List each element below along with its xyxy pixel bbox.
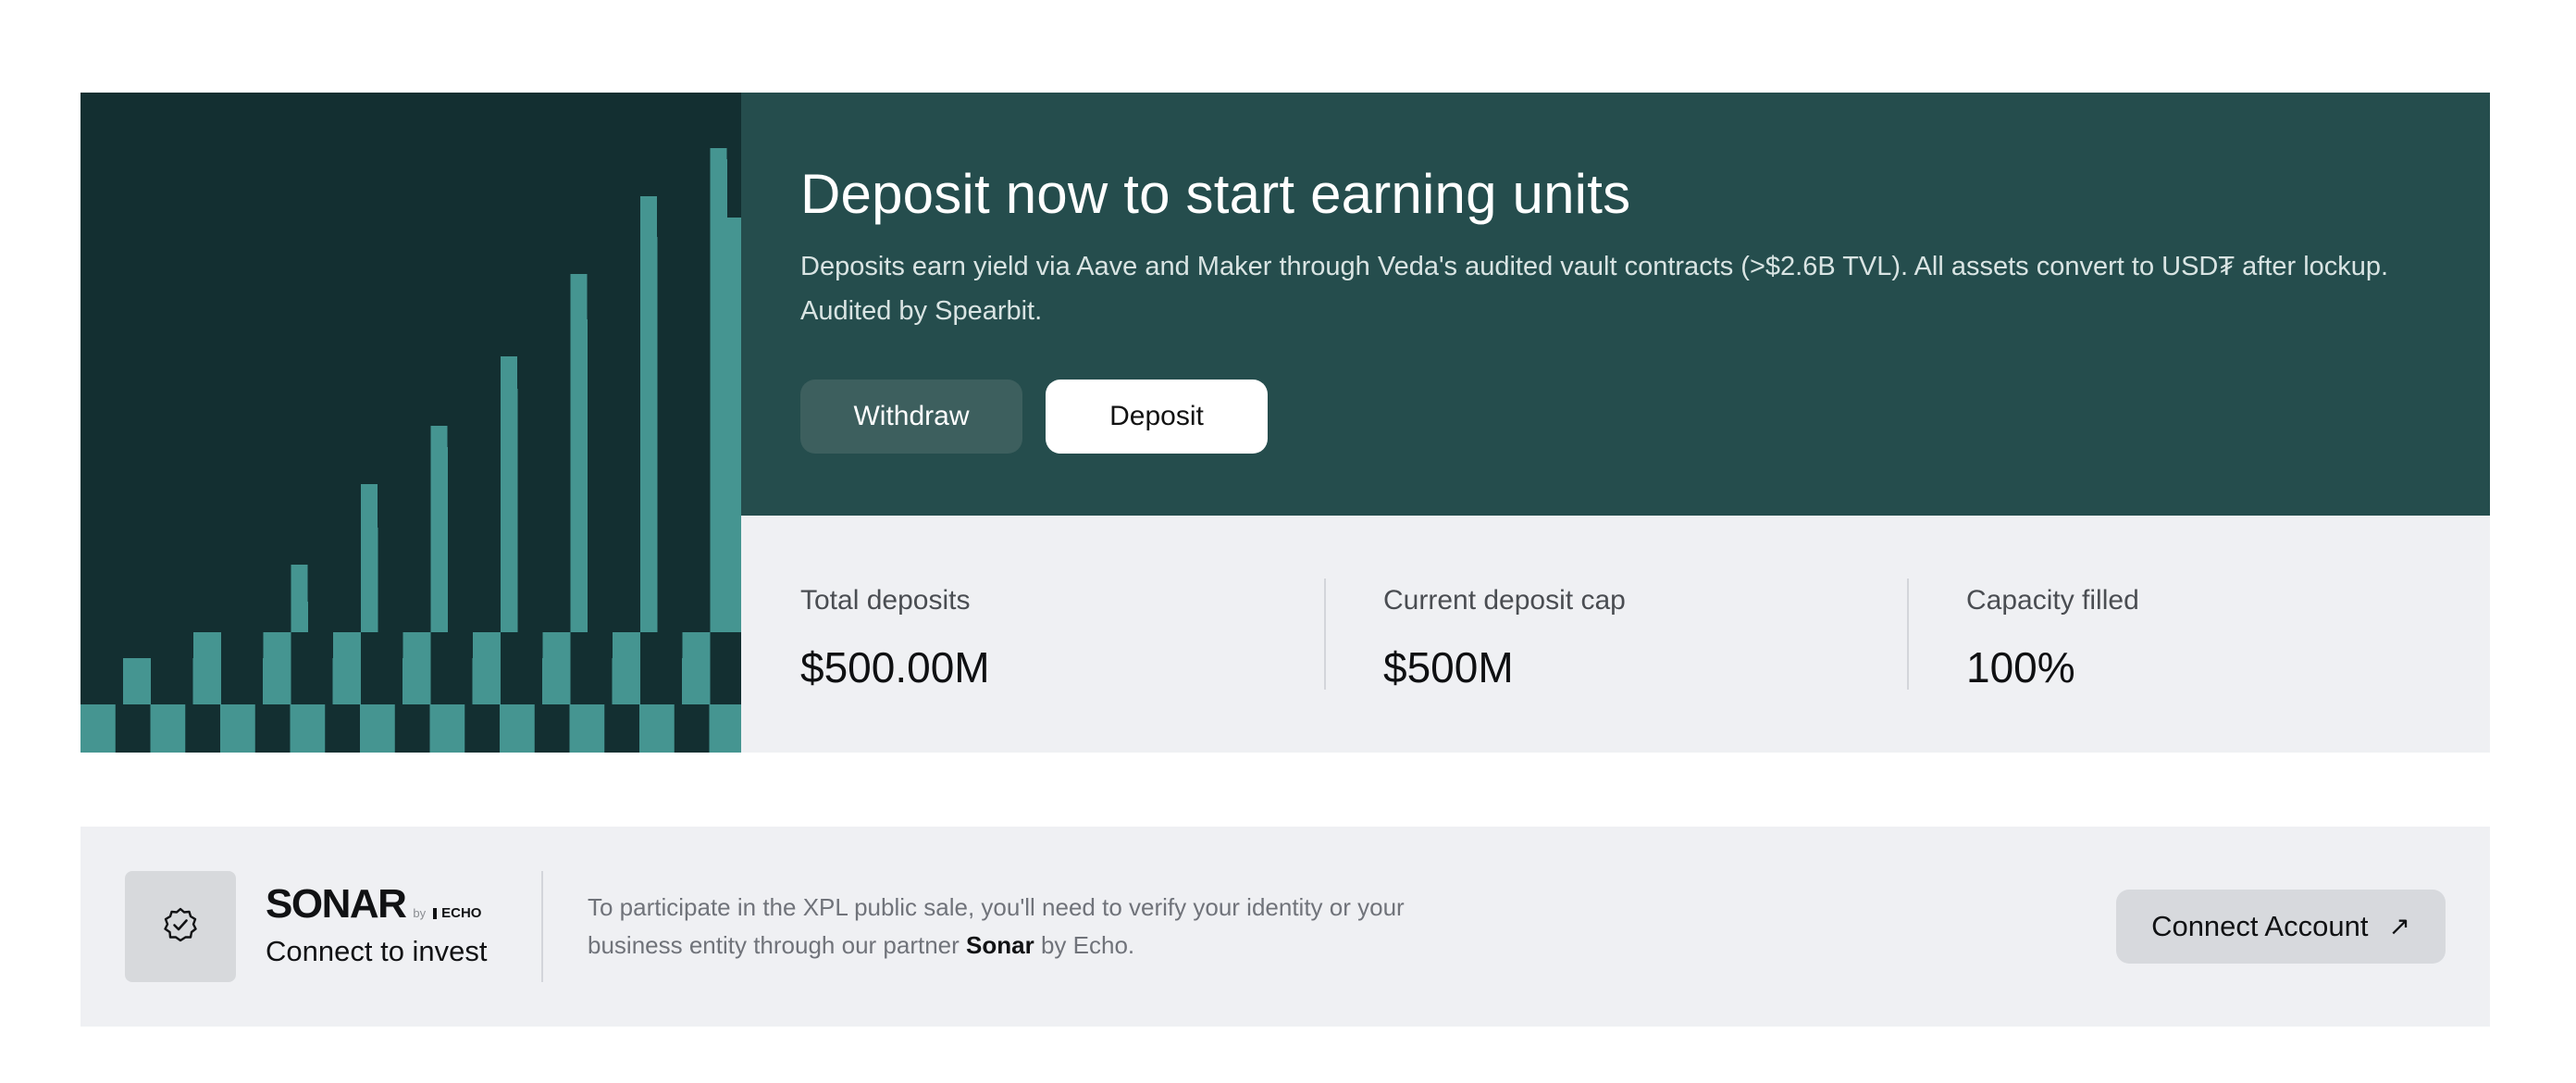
connect-subtitle: Connect to invest [266,935,488,967]
action-buttons: Withdraw Deposit [800,380,2431,454]
verification-description: To participate in the XPL public sale, y… [588,889,1476,965]
connect-account-label: Connect Account [2151,910,2369,942]
stat-label: Current deposit cap [1383,585,1626,616]
sonar-logo: SONAR by ECHO [266,883,526,926]
pattern-block [402,632,431,704]
pattern-block [263,632,291,704]
pattern-block [709,704,741,753]
pattern-block [291,602,308,632]
stat-value: $500.00M [800,643,990,691]
pattern-block [431,447,448,632]
description-suffix: by Echo. [1040,931,1135,959]
pattern-block [719,218,741,632]
pattern-block [542,632,571,704]
pattern-block [640,237,658,632]
pattern-block [290,704,326,753]
echo-logo: ECHO [433,905,481,921]
sonar-brand: SONAR by ECHO Connect to invest [266,883,526,970]
stat-deposit-cap: Current deposit cap $500M [1324,579,1907,691]
verified-badge-icon [162,906,199,948]
connect-account-button[interactable]: Connect Account ↗ [2116,890,2446,964]
pattern-block [333,632,361,704]
badge-container [125,871,236,982]
deposit-button[interactable]: Deposit [1046,380,1268,454]
deposit-header: Deposit now to start earning units Depos… [741,93,2490,516]
stat-total-deposits: Total deposits $500.00M [741,579,1324,691]
pattern-block [639,704,675,753]
withdraw-button[interactable]: Withdraw [800,380,1022,454]
pattern-block [193,632,221,704]
bar-pattern-graphic [80,148,741,753]
deposit-card: Deposit now to start earning units Depos… [80,93,2490,753]
deposit-stats: Total deposits $500.00M Current deposit … [741,516,2490,753]
pattern-block [613,632,640,704]
pattern-block [123,658,151,704]
sonar-verification-bar: SONAR by ECHO Connect to invest To parti… [80,827,2490,1027]
pattern-block [682,632,711,704]
pattern-block [361,528,378,632]
pattern-block [569,704,605,753]
page-title: Deposit now to start earning units [800,163,1631,225]
echo-mark-icon [433,907,438,919]
pattern-block [150,704,186,753]
stat-capacity-filled: Capacity filled 100% [1907,579,2490,691]
pattern-block [80,704,116,753]
divider [541,871,543,982]
deposit-content: Deposit now to start earning units Depos… [741,93,2490,753]
pattern-block [220,704,255,753]
pattern-block [500,704,535,753]
pattern-block [571,319,588,632]
pattern-block [429,704,465,753]
stat-value: $500M [1383,643,1514,691]
decorative-bar-art [80,93,741,753]
deposit-description: Deposits earn yield via Aave and Maker t… [800,252,2389,326]
brand-by: by [413,906,427,920]
pattern-block [501,389,518,632]
brand-name: SONAR [266,881,407,927]
pattern-block [360,704,395,753]
stat-value: 100% [1966,643,2075,691]
pattern-block [473,632,501,704]
sonar-partner-name: Sonar [966,931,1034,959]
arrow-up-right-icon: ↗ [2388,912,2410,940]
stat-label: Capacity filled [1966,585,2139,616]
echo-text: ECHO [441,905,482,921]
stat-label: Total deposits [800,585,971,616]
